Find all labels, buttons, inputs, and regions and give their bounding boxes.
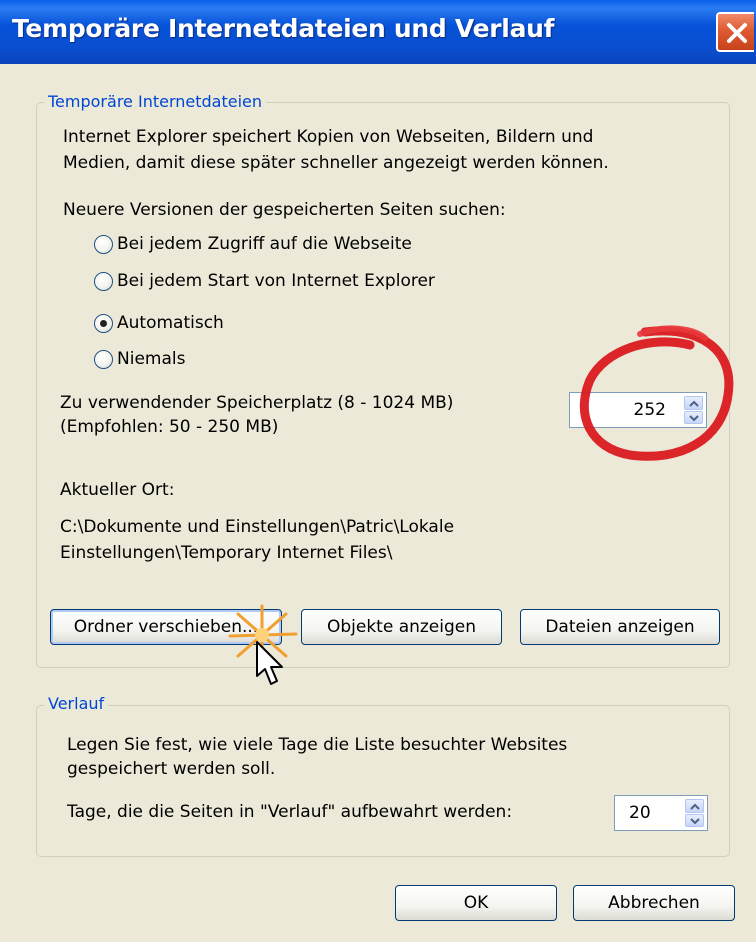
disk-space-label-1: Zu verwendender Speicherplatz (8 - 1024 … [60,393,454,413]
radio-button[interactable] [94,234,113,254]
disk-space-label-2: (Empfohlen: 50 - 250 MB) [60,417,279,437]
spin-down-button[interactable] [684,410,703,424]
disk-space-value: 252 [633,400,666,420]
chevron-up-icon [690,803,700,810]
radio-button[interactable] [94,349,113,369]
temp-files-group [36,102,730,668]
current-location-label: Aktueller Ort: [60,480,175,500]
radio-button-selected[interactable] [94,313,113,333]
history-days-value: 20 [629,803,651,823]
spin-up-button[interactable] [685,799,704,813]
radio-label: Bei jedem Zugriff auf die Webseite [117,234,412,254]
view-objects-button[interactable]: Objekte anzeigen [301,609,502,645]
history-days-label: Tage, die die Seiten in "Verlauf" aufbew… [67,802,513,822]
radio-every-start[interactable]: Bei jedem Start von Internet Explorer [94,268,435,294]
chevron-up-icon [689,400,699,407]
chevron-down-icon [689,414,699,421]
title-bar[interactable]: Temporäre Internetdateien und Verlauf [0,0,756,64]
radio-every-visit[interactable]: Bei jedem Zugriff auf die Webseite [94,231,412,257]
radio-button[interactable] [94,271,113,291]
history-legend: Verlauf [44,694,109,713]
radio-never[interactable]: Niemals [94,346,185,372]
close-icon [727,23,747,43]
disk-space-stepper[interactable]: 252 [569,392,707,428]
history-days-stepper[interactable]: 20 [614,795,708,831]
temp-files-description-2: Medien, damit diese später schneller ang… [63,153,609,173]
current-location-path-1: C:\Dokumente und Einstellungen\Patric\Lo… [60,517,455,537]
move-folder-button[interactable]: Ordner verschieben... [50,609,282,645]
radio-label: Automatisch [117,313,224,333]
history-description-1: Legen Sie fest, wie viele Tage die Liste… [67,735,568,755]
ok-button[interactable]: OK [395,885,557,921]
temp-files-legend: Temporäre Internetdateien [44,92,267,111]
disk-space-spin-buttons[interactable] [684,396,703,424]
view-files-button[interactable]: Dateien anzeigen [520,609,720,645]
window-title: Temporäre Internetdateien und Verlauf [12,14,555,43]
current-location-path-2: Einstellungen\Temporary Internet Files\ [60,543,393,563]
check-newer-label: Neuere Versionen der gespeicherten Seite… [63,200,506,220]
history-days-spin-buttons[interactable] [685,799,704,827]
close-button[interactable] [716,12,754,52]
temp-files-description-1: Internet Explorer speichert Kopien von W… [63,127,594,147]
radio-label: Bei jedem Start von Internet Explorer [117,271,435,291]
radio-automatic[interactable]: Automatisch [94,310,224,336]
radio-label: Niemals [117,349,186,369]
spin-down-button[interactable] [685,813,704,827]
spin-up-button[interactable] [684,396,703,410]
history-description-2: gespeichert werden soll. [67,759,276,779]
chevron-down-icon [690,817,700,824]
cancel-button[interactable]: Abbrechen [573,885,735,921]
